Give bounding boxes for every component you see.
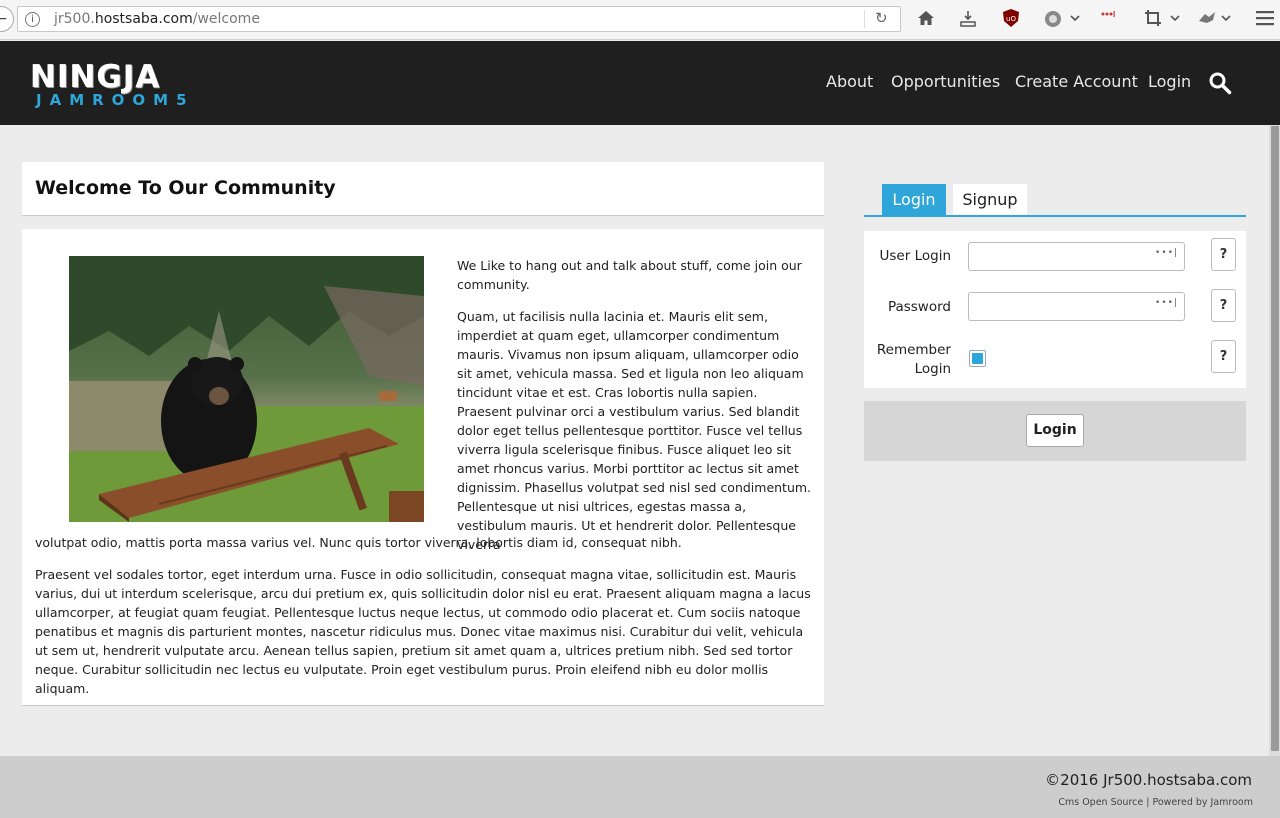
tab-signup[interactable]: Signup	[953, 184, 1027, 215]
logo-wordmark: NINGJA	[30, 59, 161, 95]
address-divider	[864, 10, 865, 28]
download-icon[interactable]	[959, 9, 977, 27]
nav-login[interactable]: Login	[1148, 72, 1191, 91]
reload-icon[interactable]: ↻	[875, 9, 888, 27]
menu-icon[interactable]	[1256, 10, 1274, 26]
body-paragraph-1: Quam, ut facilisis nulla lacinia et. Mau…	[457, 309, 812, 552]
remember-help-button[interactable]: ?	[1211, 340, 1236, 373]
nav-opportunities[interactable]: Opportunities	[891, 72, 1000, 91]
welcome-header-panel: Welcome To Our Community	[22, 162, 824, 216]
extension-icon[interactable]	[1197, 9, 1217, 27]
search-icon[interactable]	[1208, 71, 1232, 95]
ublock-icon[interactable]: uO	[1002, 8, 1020, 28]
bear-photo	[69, 256, 424, 522]
powered-by-link[interactable]: Cms Open Source | Powered by Jamroom	[1058, 797, 1253, 808]
nav-about[interactable]: About	[826, 72, 873, 91]
body-paragraph-1-continued: volutpat odio, mattis porta massa varius…	[35, 535, 682, 550]
crop-icon[interactable]	[1144, 9, 1162, 27]
password-label: Password	[887, 299, 951, 315]
settings-icon[interactable]	[1043, 9, 1063, 29]
site-footer: ©2016 Jr500.hostsaba.com Cms Open Source…	[0, 756, 1280, 818]
login-actions: Login	[864, 401, 1246, 461]
site-logo[interactable]: NINGJA JAMROOM5	[30, 59, 195, 109]
remember-login-checkbox[interactable]	[969, 350, 986, 367]
chevron-down-icon[interactable]	[1069, 12, 1081, 24]
login-submit-button[interactable]: Login	[1026, 414, 1084, 447]
tab-login[interactable]: Login	[882, 184, 946, 215]
address-bar[interactable]: i jr500.hostsaba.com/welcome ↻	[17, 6, 901, 32]
logo-subtitle: JAMROOM5	[36, 91, 195, 109]
password-help-button[interactable]: ?	[1211, 289, 1236, 322]
user-login-help-button[interactable]: ?	[1211, 238, 1236, 271]
chevron-down-icon[interactable]	[1220, 12, 1232, 24]
login-tabs: Login Signup	[864, 184, 1246, 217]
browser-toolbar: ← i jr500.hostsaba.com/welcome ↻ uO	[0, 0, 1280, 40]
user-login-input[interactable]: •••|	[968, 242, 1185, 271]
back-arrow-icon[interactable]: ←	[0, 6, 14, 32]
remember-login-label-line2: Login	[914, 361, 951, 377]
url-text[interactable]: jr500.hostsaba.com/welcome	[54, 11, 260, 27]
password-input[interactable]: •••|	[968, 292, 1185, 321]
body-paragraph-2: Praesent vel sodales tortor, eget interd…	[35, 567, 811, 696]
home-icon[interactable]	[917, 9, 935, 27]
remember-login-label-line1: Remember	[876, 342, 951, 358]
user-login-label: User Login	[879, 248, 951, 264]
input-indicator: •••|	[1155, 298, 1178, 308]
svg-text:uO: uO	[1006, 15, 1016, 23]
nav-create-account[interactable]: Create Account	[1015, 72, 1138, 91]
site-header: NINGJA JAMROOM5 About Opportunities Crea…	[0, 41, 1280, 125]
login-form: User Login •••| ? Password •••| ? Rememb…	[864, 231, 1246, 388]
info-icon[interactable]: i	[25, 12, 40, 27]
copyright-text: ©2016 Jr500.hostsaba.com	[1045, 771, 1252, 789]
input-indicator: •••|	[1155, 248, 1178, 258]
welcome-content-panel: We Like to hang out and talk about stuff…	[22, 229, 824, 706]
scrollbar-thumb[interactable]	[1271, 126, 1279, 751]
lastpass-icon[interactable]	[1100, 10, 1116, 18]
page-title: Welcome To Our Community	[35, 177, 336, 199]
intro-paragraph: We Like to hang out and talk about stuff…	[457, 258, 802, 292]
chevron-down-icon[interactable]	[1169, 12, 1181, 24]
checkbox-checked-mark	[972, 353, 983, 364]
